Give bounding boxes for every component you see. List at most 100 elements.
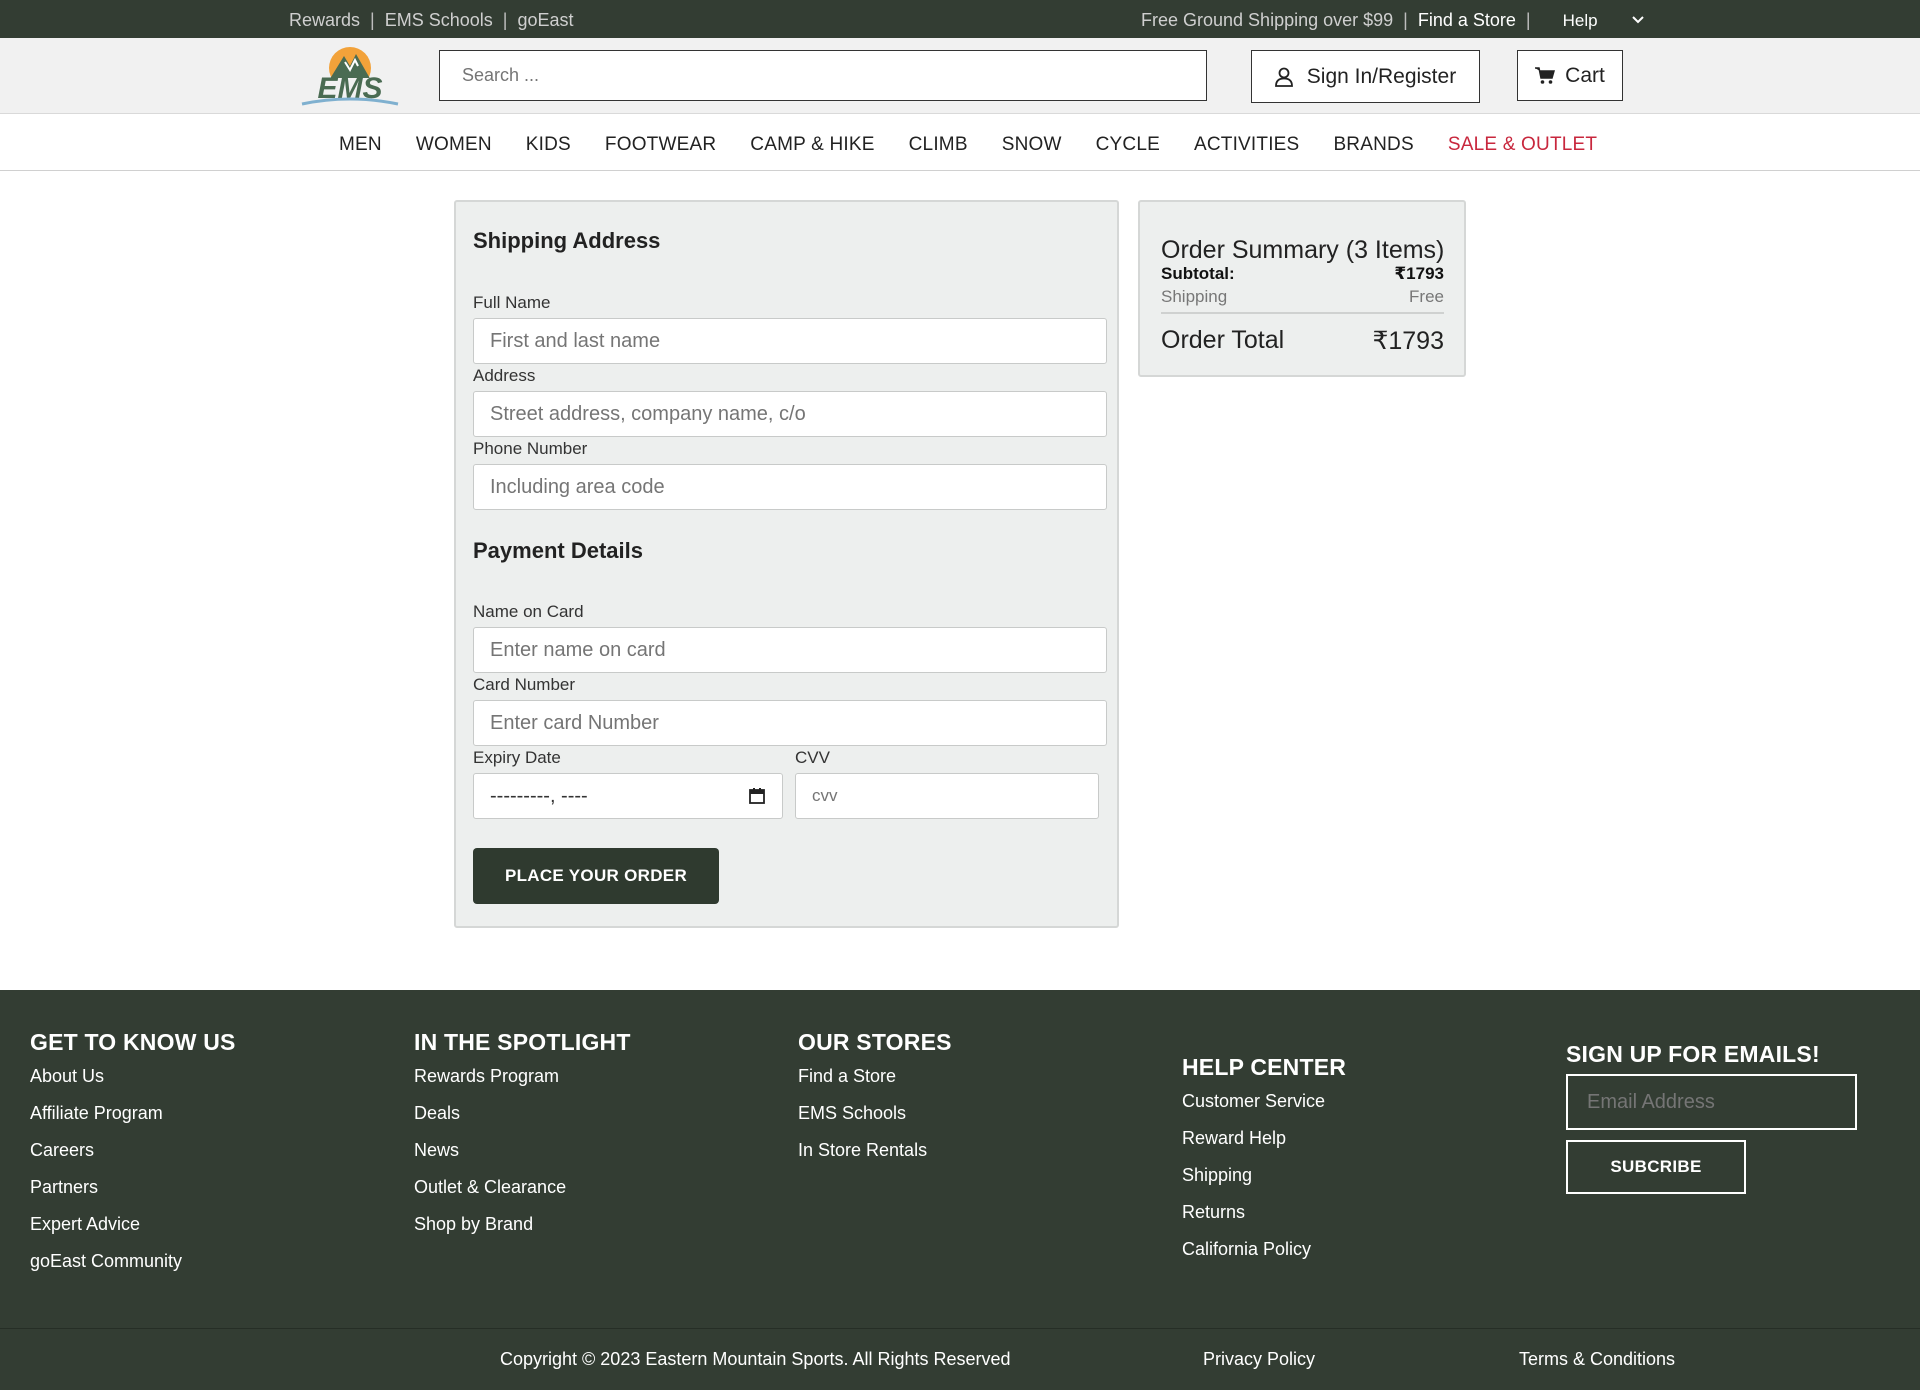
email-signup-heading: SIGN UP FOR EMAILS! (1566, 1041, 1820, 1067)
nav-item-footwear[interactable]: FOOTWEAR (605, 134, 716, 156)
footer-link-returns[interactable]: Returns (1182, 1201, 1346, 1223)
site-header: EMS Sign In/Register Cart (0, 38, 1920, 114)
utility-links: Rewards | EMS Schools | goEast (289, 10, 574, 31)
cart-icon (1535, 66, 1556, 84)
full-name-field[interactable] (473, 318, 1107, 364)
footer-link-rewards-program[interactable]: Rewards Program (414, 1065, 631, 1087)
privacy-policy-link[interactable]: Privacy Policy (1203, 1349, 1315, 1370)
footer-link-expert-advice[interactable]: Expert Advice (30, 1213, 236, 1235)
payment-details-heading: Payment Details (473, 538, 643, 563)
shipping-promo: Free Ground Shipping over $99 (1141, 10, 1394, 30)
nav-item-camp-hike[interactable]: CAMP & HIKE (750, 134, 874, 156)
footer-link-careers[interactable]: Careers (30, 1139, 236, 1161)
order-total-label: Order Total (1161, 326, 1285, 354)
cart-label: Cart (1565, 63, 1605, 87)
footer-link-outlet-clearance[interactable]: Outlet & Clearance (414, 1176, 631, 1198)
shipping-value: Free (1409, 287, 1444, 306)
footer-link-shipping[interactable]: Shipping (1182, 1164, 1346, 1186)
nav-item-sale-outlet[interactable]: SALE & OUTLET (1448, 134, 1597, 156)
nav-item-cycle[interactable]: CYCLE (1096, 134, 1160, 156)
expiry-date-value: ---------, ---- (490, 784, 588, 807)
order-total-value: ₹1793 (1372, 327, 1444, 355)
help-menu[interactable]: Help (1563, 11, 1598, 31)
find-store-link[interactable]: Find a Store (1418, 10, 1516, 31)
full-name-label: Full Name (473, 293, 551, 312)
main-nav: MEN WOMEN KIDS FOOTWEAR CAMP & HIKE CLIM… (0, 115, 1920, 171)
address-field[interactable] (473, 391, 1107, 437)
utility-right: Free Ground Shipping over $99 | Find a S… (1141, 10, 1644, 31)
ems-schools-link[interactable]: EMS Schools (385, 10, 493, 31)
search-input[interactable] (439, 50, 1207, 101)
nav-item-activities[interactable]: ACTIVITIES (1194, 134, 1299, 156)
footer-heading: HELP CENTER (1182, 1054, 1347, 1080)
footer-link-affiliate-program[interactable]: Affiliate Program (30, 1102, 236, 1124)
separator: | (1525, 10, 1531, 30)
address-label: Address (473, 366, 536, 385)
footer-link-partners[interactable]: Partners (30, 1176, 236, 1198)
footer-link-deals[interactable]: Deals (414, 1102, 631, 1124)
footer-link-find-a-store[interactable]: Find a Store (798, 1065, 952, 1087)
footer-link-reward-help[interactable]: Reward Help (1182, 1127, 1346, 1149)
subtotal-value: ₹1793 (1394, 264, 1444, 283)
cvv-label: CVV (795, 748, 830, 767)
nav-item-men[interactable]: MEN (339, 134, 382, 156)
email-input[interactable] (1566, 1074, 1857, 1130)
chevron-down-icon[interactable] (1631, 13, 1644, 25)
nav-item-kids[interactable]: KIDS (526, 134, 571, 156)
user-icon (1274, 67, 1293, 87)
separator: | (1403, 10, 1408, 30)
card-number-label: Card Number (473, 675, 576, 694)
order-summary-title: Order Summary (3 Items) (1161, 236, 1445, 264)
place-order-button[interactable]: PLACE YOUR ORDER (473, 848, 719, 904)
footer-col-get-to-know-us: GET TO KNOW US About Us Affiliate Progra… (30, 1029, 236, 1287)
cvv-field[interactable] (795, 773, 1099, 819)
footer-link-about-us[interactable]: About Us (30, 1065, 236, 1087)
footer-link-ems-schools[interactable]: EMS Schools (798, 1102, 952, 1124)
shipping-row: Shipping Free (1161, 287, 1444, 307)
sign-in-button[interactable]: Sign In/Register (1251, 50, 1480, 103)
footer-heading: IN THE SPOTLIGHT (414, 1029, 631, 1055)
summary-divider (1161, 312, 1444, 314)
card-number-field[interactable] (473, 700, 1107, 746)
phone-field[interactable] (473, 464, 1107, 510)
separator: | (502, 10, 508, 30)
rewards-link[interactable]: Rewards (289, 10, 360, 31)
utility-bar: Rewards | EMS Schools | goEast Free Grou… (0, 0, 1920, 38)
ems-logo[interactable]: EMS (298, 42, 402, 108)
subscribe-button[interactable]: SUBCRIBE (1566, 1140, 1746, 1194)
expiry-date-label: Expiry Date (473, 748, 561, 767)
shipping-address-heading: Shipping Address (473, 228, 661, 253)
nav-item-climb[interactable]: CLIMB (909, 134, 968, 156)
footer-heading: OUR STORES (798, 1029, 952, 1055)
footer-link-goeast-community[interactable]: goEast Community (30, 1250, 236, 1272)
cart-button[interactable]: Cart (1517, 50, 1623, 101)
phone-label: Phone Number (473, 439, 588, 458)
footer-link-california-policy[interactable]: California Policy (1182, 1238, 1346, 1260)
copyright-text: Copyright © 2023 Eastern Mountain Sports… (500, 1349, 1011, 1369)
footer-link-news[interactable]: News (414, 1139, 631, 1161)
footer-link-customer-service[interactable]: Customer Service (1182, 1090, 1346, 1112)
nav-item-women[interactable]: WOMEN (416, 134, 492, 156)
footer-email-signup: SIGN UP FOR EMAILS! SUBCRIBE (1566, 1041, 1857, 1194)
terms-conditions-link[interactable]: Terms & Conditions (1519, 1349, 1675, 1370)
footer-col-spotlight: IN THE SPOTLIGHT Rewards Program Deals N… (414, 1029, 631, 1250)
goeast-link[interactable]: goEast (517, 10, 573, 31)
sign-in-label: Sign In/Register (1306, 64, 1457, 88)
site-footer: GET TO KNOW US About Us Affiliate Progra… (0, 990, 1920, 1390)
footer-heading: GET TO KNOW US (30, 1029, 236, 1055)
nav-item-brands[interactable]: BRANDS (1333, 134, 1413, 156)
name-on-card-label: Name on Card (473, 602, 584, 621)
footer-link-shop-by-brand[interactable]: Shop by Brand (414, 1213, 631, 1235)
calendar-icon[interactable] (748, 787, 766, 805)
expiry-date-field[interactable]: ---------, ---- (473, 773, 783, 819)
subtotal-row: Subtotal: ₹1793 (1161, 264, 1444, 284)
footer-bottom-bar: Copyright © 2023 Eastern Mountain Sports… (0, 1328, 1920, 1390)
footer-link-in-store-rentals[interactable]: In Store Rentals (798, 1139, 952, 1161)
shipping-label: Shipping (1161, 287, 1228, 306)
footer-col-our-stores: OUR STORES Find a Store EMS Schools In S… (798, 1029, 952, 1176)
name-on-card-field[interactable] (473, 627, 1107, 673)
nav-item-snow[interactable]: SNOW (1002, 134, 1062, 156)
order-summary: Order Summary (3 Items) Subtotal: ₹1793 … (1138, 200, 1466, 377)
separator: | (370, 10, 375, 30)
subtotal-label: Subtotal: (1161, 264, 1235, 283)
